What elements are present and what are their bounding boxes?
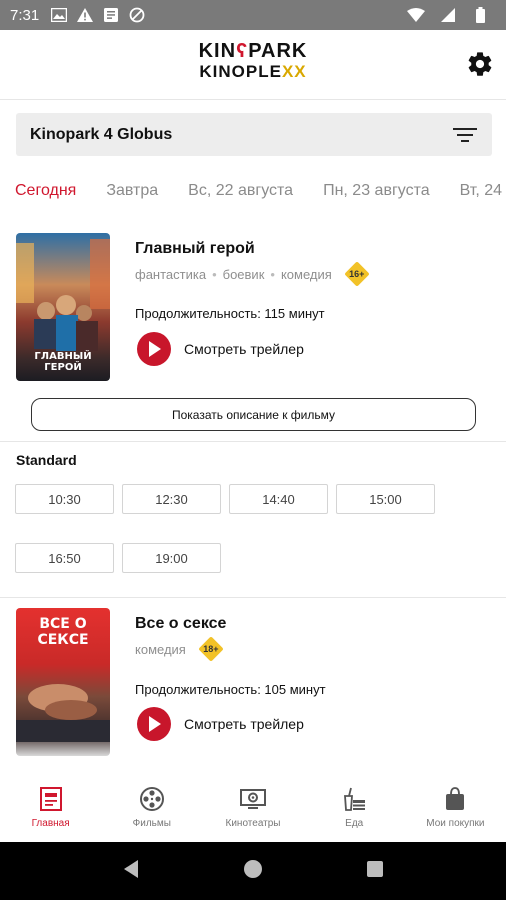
date-tabs: Сегодня Завтра Вс, 22 августа Пн, 23 авг… xyxy=(0,170,506,212)
genre-label: фантастика xyxy=(135,266,207,282)
cinema-name: Kinopark 4 Globus xyxy=(30,125,173,143)
play-icon xyxy=(137,332,171,366)
showtime-button[interactable]: 19:00 xyxy=(122,543,221,573)
blocked-notification-icon xyxy=(127,5,147,25)
poster-title: ВСЕ О СЕКСЕ xyxy=(37,616,89,648)
trailer-label: Смотреть трейлер xyxy=(184,716,304,732)
age-rating-badge: 18+ xyxy=(198,636,224,662)
movie-genres: фантастика • боевик • комедия 16+ xyxy=(135,262,370,286)
nav-home[interactable]: Главная xyxy=(0,777,101,842)
document-notification-icon xyxy=(101,5,121,25)
settings-button[interactable] xyxy=(466,50,494,78)
nav-cinemas[interactable]: Кинотеатры xyxy=(202,777,303,842)
date-tab-tomorrow[interactable]: Завтра xyxy=(91,170,173,212)
system-navigation-bar xyxy=(0,842,506,900)
wifi-icon xyxy=(406,5,426,25)
gallery-notification-icon xyxy=(49,5,69,25)
trailer-label: Смотреть трейлер xyxy=(184,341,304,357)
home-news-icon xyxy=(37,786,65,812)
nav-food[interactable]: Еда xyxy=(304,777,405,842)
app-header: KINʕPARK KINOPLEXX xyxy=(0,30,506,100)
format-label: Standard xyxy=(16,452,77,468)
movie-poster[interactable]: ВСЕ О СЕКСЕ xyxy=(16,608,110,756)
shopping-bag-icon xyxy=(441,786,469,812)
play-icon xyxy=(137,707,171,741)
showtime-button[interactable]: 10:30 xyxy=(15,484,114,514)
nav-films[interactable]: Фильмы xyxy=(101,777,202,842)
movie-poster[interactable]: ГЛАВНЫЙ ГЕРОЙ xyxy=(16,233,110,381)
bottom-navigation: Главная Фильмы Кинотеатры Еда Мои покупк… xyxy=(0,777,506,842)
status-bar: 7:31 xyxy=(0,0,506,30)
date-tab-today[interactable]: Сегодня xyxy=(0,170,91,212)
show-description-button[interactable]: Показать описание к фильму xyxy=(31,398,476,431)
movie-title[interactable]: Главный герой xyxy=(135,240,255,258)
watch-trailer-button[interactable]: Смотреть трейлер xyxy=(137,332,304,366)
warning-notification-icon xyxy=(75,5,95,25)
showtime-button[interactable]: 14:40 xyxy=(229,484,328,514)
showtime-button[interactable]: 15:00 xyxy=(336,484,435,514)
showtime-button[interactable]: 12:30 xyxy=(122,484,221,514)
movie-duration: Продолжительность: 105 минут xyxy=(135,682,326,697)
battery-icon xyxy=(470,5,490,25)
gear-icon xyxy=(468,52,492,76)
date-tab-tue-24[interactable]: Вт, 24 августа xyxy=(445,170,506,212)
movie-genres: комедия 18+ xyxy=(135,637,224,661)
watch-trailer-button[interactable]: Смотреть трейлер xyxy=(137,707,304,741)
status-time: 7:31 xyxy=(10,6,40,24)
poster-title: ГЛАВНЫЙ ГЕРОЙ xyxy=(34,351,92,373)
showtime-button[interactable]: 16:50 xyxy=(15,543,114,573)
date-tab-sun-22[interactable]: Вс, 22 августа xyxy=(173,170,308,212)
recents-icon[interactable] xyxy=(366,860,384,883)
food-icon xyxy=(340,786,368,812)
back-icon[interactable] xyxy=(122,859,140,884)
filter-icon[interactable] xyxy=(452,125,478,145)
kinopark-logo: KINʕPARK KINOPLEXX xyxy=(198,40,308,81)
signal-icon xyxy=(438,5,458,25)
cinema-screen-icon xyxy=(239,786,267,812)
movie-title[interactable]: Все о сексе xyxy=(135,615,226,633)
divider xyxy=(0,441,506,442)
cinema-selector[interactable]: Kinopark 4 Globus xyxy=(16,113,492,156)
genre-label: комедия xyxy=(280,266,332,282)
film-reel-icon xyxy=(138,786,166,812)
divider xyxy=(0,597,506,598)
genre-label: комедия xyxy=(135,641,186,657)
movie-duration: Продолжительность: 115 минут xyxy=(135,306,325,321)
nav-purchases[interactable]: Мои покупки xyxy=(405,777,506,842)
age-rating-badge: 16+ xyxy=(344,261,370,287)
home-icon[interactable] xyxy=(243,859,263,884)
genre-label: боевик xyxy=(222,266,265,282)
date-tab-mon-23[interactable]: Пн, 23 августа xyxy=(308,170,445,212)
